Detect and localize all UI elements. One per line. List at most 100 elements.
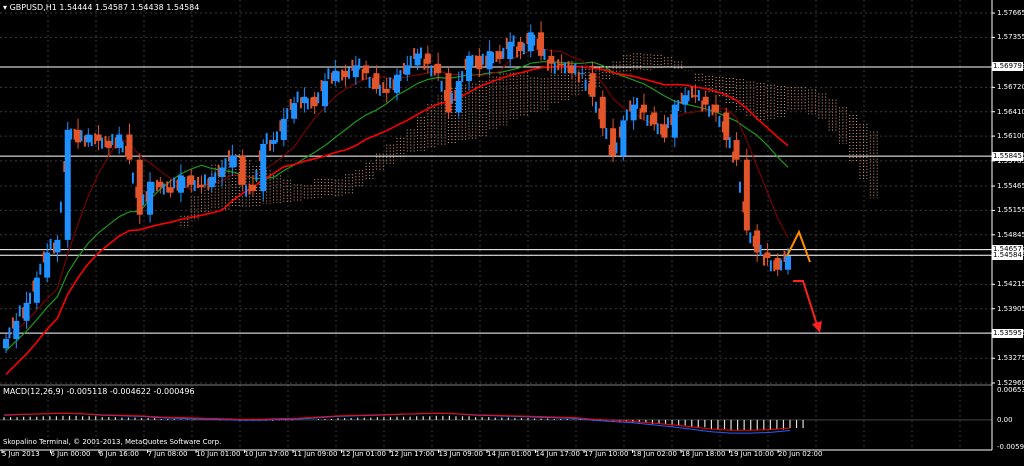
forecast-arrows[interactable] (786, 229, 822, 333)
candle-body (640, 104, 647, 113)
candle-body (517, 41, 524, 52)
macd-axis-label: -0.005922 (997, 443, 1024, 451)
price-axis-label: 1.54215 (997, 280, 1024, 289)
candle-body (301, 96, 308, 104)
candle-body (682, 95, 689, 105)
time-axis-label: 18 Jun 02:00 (632, 450, 677, 458)
candle-body (671, 104, 678, 138)
candle-body (424, 53, 431, 64)
moving-average-slow (5, 61, 789, 352)
candle-body (363, 65, 370, 74)
level-price-box: 1.54584 (992, 250, 1023, 260)
candle-body (44, 252, 51, 278)
candle-body (507, 41, 514, 60)
candle-body (496, 51, 503, 60)
forecast-down-arrowhead (812, 321, 822, 333)
macd-axis-label: 0.00 (997, 415, 1013, 424)
candle-body (147, 181, 154, 215)
copyright-text: Skopalino Terminal, © 2001-2013, MetaQuo… (3, 438, 222, 446)
level-price-box: 1.55845 (992, 151, 1023, 161)
candle-body (75, 129, 82, 143)
candle-body (95, 134, 102, 141)
candle-body (54, 239, 61, 253)
candle-body (13, 320, 20, 339)
time-axis-label: 10 Jun 17:00 (244, 450, 289, 458)
candle-body (229, 155, 236, 168)
candle-body (476, 55, 483, 70)
candle-body (177, 175, 184, 193)
chart-window[interactable]: ▾ GBPUSD,H1 1.54444 1.54587 1.54438 1.54… (0, 0, 1024, 462)
candle-body (466, 55, 473, 82)
ichimoku-cloud (180, 53, 878, 229)
chart-menu-arrow-icon[interactable]: ▾ (3, 3, 7, 12)
candle-body (702, 96, 709, 105)
candle-body (270, 140, 277, 144)
candle-body (3, 338, 9, 349)
time-axis-label: 12 Jun 01:00 (341, 450, 386, 458)
candle-body (383, 88, 390, 93)
candle-body (764, 252, 771, 258)
macd-panel[interactable] (0, 412, 992, 434)
candle-body (33, 277, 40, 303)
price-axis-label: 1.57665 (997, 9, 1024, 18)
candle-body (630, 104, 637, 121)
symbol-title: GBPUSD,H1 (9, 3, 57, 12)
price-axis-label: 1.55465 (997, 182, 1024, 191)
chart-grid (0, 0, 992, 450)
candle-body (188, 175, 195, 185)
price-axis-label: 1.53905 (997, 304, 1024, 313)
candle-body (733, 140, 740, 160)
candle-body (774, 257, 781, 270)
candle-body (126, 134, 133, 160)
candle-body (321, 81, 328, 107)
candle-body (23, 302, 30, 321)
candle-body (116, 134, 123, 148)
time-axis-label: 17 Jun 10:00 (584, 450, 629, 458)
time-axis-label: 20 Jun 02:00 (778, 450, 823, 458)
time-axis-label: 14 Jun 17:00 (535, 450, 580, 458)
candle-body (332, 70, 339, 82)
candle-body (198, 184, 205, 188)
candle-body (723, 112, 730, 141)
time-axis-label: 11 Jun 09:00 (293, 450, 338, 458)
macd-title: MACD(12,26,9) (3, 387, 64, 396)
time-axis-label: 13 Jun 09:00 (438, 450, 483, 458)
candle-body (136, 159, 143, 215)
candle-body (414, 53, 421, 66)
candle-body (208, 176, 215, 188)
candle-body (620, 120, 627, 156)
candle-body (157, 181, 164, 188)
price-axis-label: 1.55155 (997, 206, 1024, 215)
chart-header: ▾ GBPUSD,H1 1.54444 1.54587 1.54438 1.54… (3, 3, 199, 12)
price-axis-label: 1.56100 (997, 132, 1024, 141)
candle-body (599, 96, 606, 129)
candle-body (558, 63, 565, 66)
candle-body (394, 74, 400, 93)
candle-body (249, 184, 256, 192)
time-axis-label: 12 Jun 17:00 (390, 450, 435, 458)
candle-body (610, 128, 617, 156)
candle-body (651, 112, 658, 125)
time-axis-label: 14 Jun 01:00 (487, 450, 532, 458)
level-price-box: 1.56979 (992, 62, 1023, 72)
price-axis-label: 1.57355 (997, 33, 1024, 42)
time-axis-label: 7 Jun 08:00 (147, 450, 188, 458)
candle-body (219, 167, 226, 177)
ohlc-values: 1.54444 1.54587 1.54438 1.54584 (59, 3, 200, 12)
candle-body (486, 51, 493, 70)
candle-body (167, 187, 174, 193)
candle-body (85, 134, 92, 143)
candle-body (455, 81, 462, 113)
candle-body (352, 65, 359, 78)
candle-body (712, 104, 719, 113)
moving-average-fast (5, 65, 789, 375)
price-axis-label: 1.54845 (997, 230, 1024, 239)
candle-body (342, 70, 349, 78)
candle-body (661, 124, 668, 138)
candle-body (743, 159, 750, 231)
forecast-down-arrow[interactable] (793, 280, 819, 329)
candle-body (548, 55, 555, 64)
price-axis-label: 1.56720 (997, 83, 1024, 92)
candle-body (105, 140, 112, 148)
candle-body (754, 230, 761, 253)
